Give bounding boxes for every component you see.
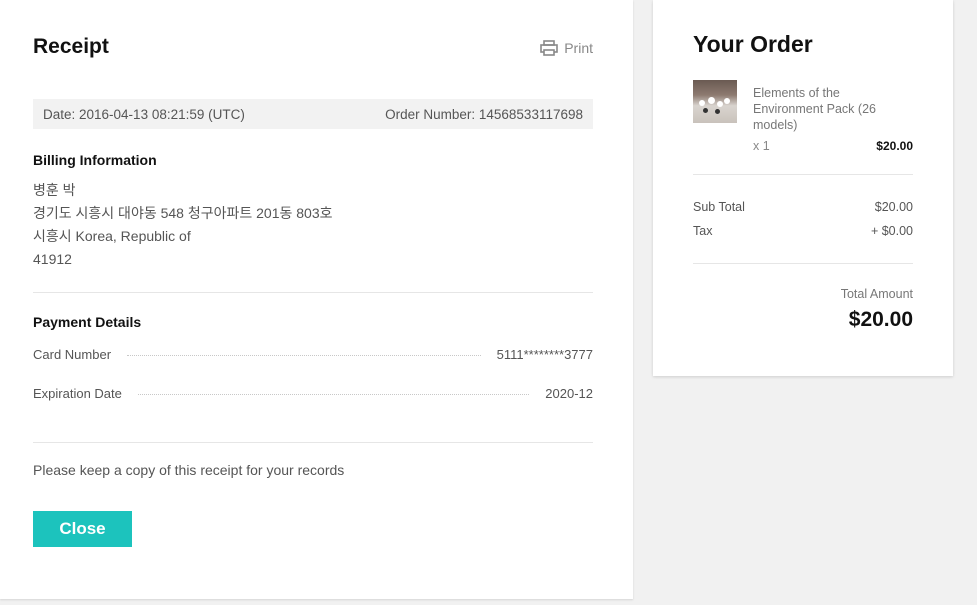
dotted-leader <box>127 355 481 356</box>
tax-label: Tax <box>693 224 713 238</box>
card-number-label: Card Number <box>33 347 112 362</box>
order-date: Date: 2016-04-13 08:21:59 (UTC) <box>43 106 245 122</box>
receipt-meta-bar: Date: 2016-04-13 08:21:59 (UTC) Order Nu… <box>33 99 593 129</box>
billing-name: 병훈 박 <box>33 182 76 198</box>
receipt-title: Receipt <box>33 35 109 58</box>
billing-city-country: 시흥시 Korea, Republic of <box>33 228 191 244</box>
total-amount-value: $20.00 <box>848 308 913 331</box>
order-title: Your Order <box>693 31 813 57</box>
payment-section-title: Payment Details <box>33 314 142 330</box>
divider <box>33 292 593 293</box>
total-amount-label: Total Amount <box>840 287 913 301</box>
divider <box>693 174 913 175</box>
tax-value: + $0.00 <box>870 224 913 238</box>
card-number-row: Card Number 5111********3777 <box>33 347 593 362</box>
subtotal-row: Sub Total $20.00 <box>693 200 913 214</box>
item-name[interactable]: Elements of the Environment Pack (26 mod… <box>753 85 903 133</box>
subtotal-label: Sub Total <box>693 200 745 214</box>
card-number-value: 5111********3777 <box>496 347 593 362</box>
receipt-panel: Receipt Print Date: 2016-04-13 08:21:59 … <box>0 0 633 599</box>
dotted-leader <box>137 394 530 395</box>
billing-address: 병훈 박 경기도 시흥시 대야동 548 청구아파트 201동 803호 시흥시… <box>33 179 333 271</box>
order-summary-panel: Your Order Elements of the Environment P… <box>653 0 953 376</box>
item-quantity: x 1 <box>753 139 770 153</box>
expiration-label: Expiration Date <box>33 386 122 401</box>
printer-icon <box>540 40 559 56</box>
billing-section-title: Billing Information <box>33 152 157 168</box>
records-note: Please keep a copy of this receipt for y… <box>33 462 345 478</box>
item-price: $20.00 <box>876 139 913 153</box>
divider <box>33 442 593 443</box>
expiration-row: Expiration Date 2020-12 <box>33 386 593 401</box>
billing-address-line: 경기도 시흥시 대야동 548 청구아파트 201동 803호 <box>33 205 333 221</box>
expiration-value: 2020-12 <box>545 386 593 401</box>
divider <box>693 263 913 264</box>
order-number: Order Number: 14568533117698 <box>385 106 583 122</box>
tax-row: Tax + $0.00 <box>693 224 913 238</box>
product-thumbnail[interactable] <box>693 80 737 123</box>
print-button[interactable]: Print <box>540 40 593 56</box>
billing-postal-code: 41912 <box>33 251 72 267</box>
print-label: Print <box>564 40 593 56</box>
close-button[interactable]: Close <box>33 511 132 547</box>
subtotal-value: $20.00 <box>874 200 913 214</box>
